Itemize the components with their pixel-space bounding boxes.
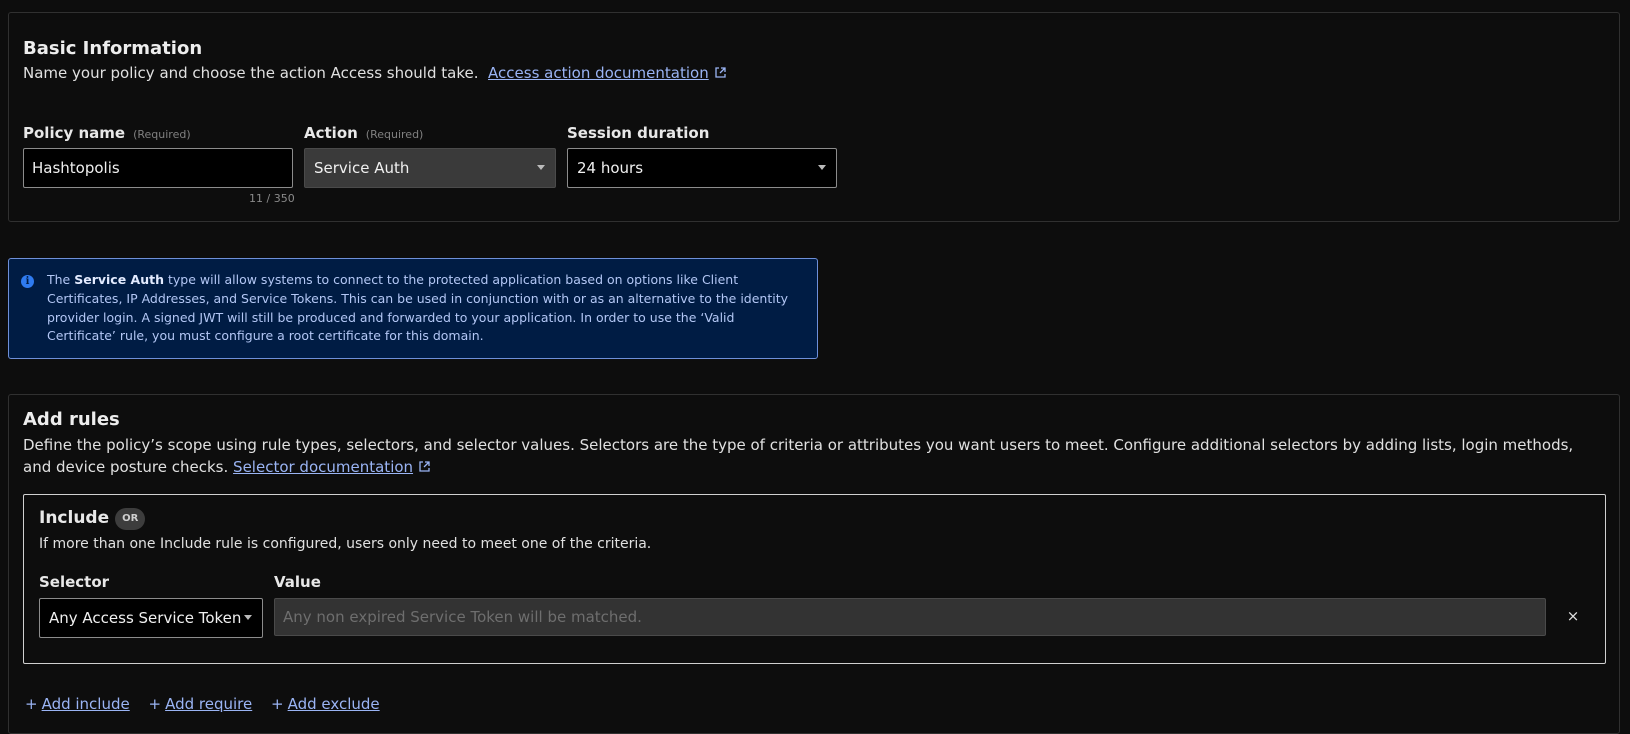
session-duration-select[interactable]: 24 hours bbox=[567, 148, 837, 188]
chevron-down-icon bbox=[244, 615, 252, 620]
access-action-documentation-link[interactable]: Access action documentation bbox=[488, 64, 727, 82]
selector-select[interactable]: Any Access Service Token bbox=[39, 598, 263, 638]
add-rule-links: + Add include + Add require + Add exclude bbox=[25, 695, 394, 713]
plus-icon: + bbox=[271, 695, 284, 713]
remove-rule-close-icon[interactable]: × bbox=[1565, 608, 1581, 624]
action-select[interactable]: Service Auth bbox=[304, 148, 556, 188]
service-auth-info-text: The Service Auth type will allow systems… bbox=[47, 272, 789, 344]
basic-information-description: Name your policy and choose the action A… bbox=[23, 62, 727, 84]
service-auth-info-callout: i The Service Auth type will allow syste… bbox=[8, 258, 818, 359]
session-duration-label: Session duration bbox=[567, 124, 710, 142]
add-exclude-link[interactable]: Add exclude bbox=[288, 695, 380, 713]
policy-name-required: (Required) bbox=[133, 128, 191, 141]
or-badge: OR bbox=[115, 508, 146, 530]
session-duration-value: 24 hours bbox=[577, 159, 644, 177]
add-rules-title: Add rules bbox=[23, 409, 120, 430]
selector-select-value: Any Access Service Token bbox=[49, 609, 242, 627]
plus-icon: + bbox=[148, 695, 162, 713]
action-required: (Required) bbox=[365, 128, 424, 141]
basic-information-title: Basic Information bbox=[23, 38, 203, 59]
add-require-link[interactable]: Add require bbox=[165, 695, 252, 713]
include-description: If more than one Include rule is configu… bbox=[39, 536, 652, 552]
basic-information-card: Basic Information Name your policy and c… bbox=[8, 12, 1620, 222]
external-link-icon bbox=[419, 461, 430, 472]
add-rules-description: Define the policy’s scope using rule typ… bbox=[23, 436, 1574, 476]
policy-name-input[interactable]: Hashtopolis bbox=[23, 148, 293, 188]
selector-documentation-link[interactable]: Selector documentation bbox=[233, 458, 431, 476]
include-heading: Include OR bbox=[39, 508, 146, 530]
add-include-link[interactable]: Add include bbox=[42, 695, 130, 713]
policy-name-character-counter: 11 / 350 bbox=[249, 192, 295, 205]
external-link-icon bbox=[715, 67, 726, 78]
action-select-value: Service Auth bbox=[314, 159, 410, 177]
policy-name-label: Policy name (Required) bbox=[23, 124, 191, 142]
value-label: Value bbox=[274, 573, 321, 591]
service-auth-bold: Service Auth bbox=[74, 272, 164, 287]
action-label: Action (Required) bbox=[304, 124, 424, 142]
chevron-down-icon bbox=[818, 165, 826, 170]
value-input[interactable]: Any non expired Service Token will be ma… bbox=[274, 598, 1546, 636]
add-rules-card: Add rules Define the policy’s scope usin… bbox=[8, 394, 1620, 734]
selector-label: Selector bbox=[39, 573, 110, 591]
basic-description-text: Name your policy and choose the action A… bbox=[23, 64, 479, 82]
chevron-down-icon bbox=[537, 165, 545, 170]
include-rule-group: Include OR If more than one Include rule … bbox=[23, 494, 1606, 664]
plus-icon: + bbox=[25, 695, 38, 713]
info-icon: i bbox=[21, 275, 34, 288]
